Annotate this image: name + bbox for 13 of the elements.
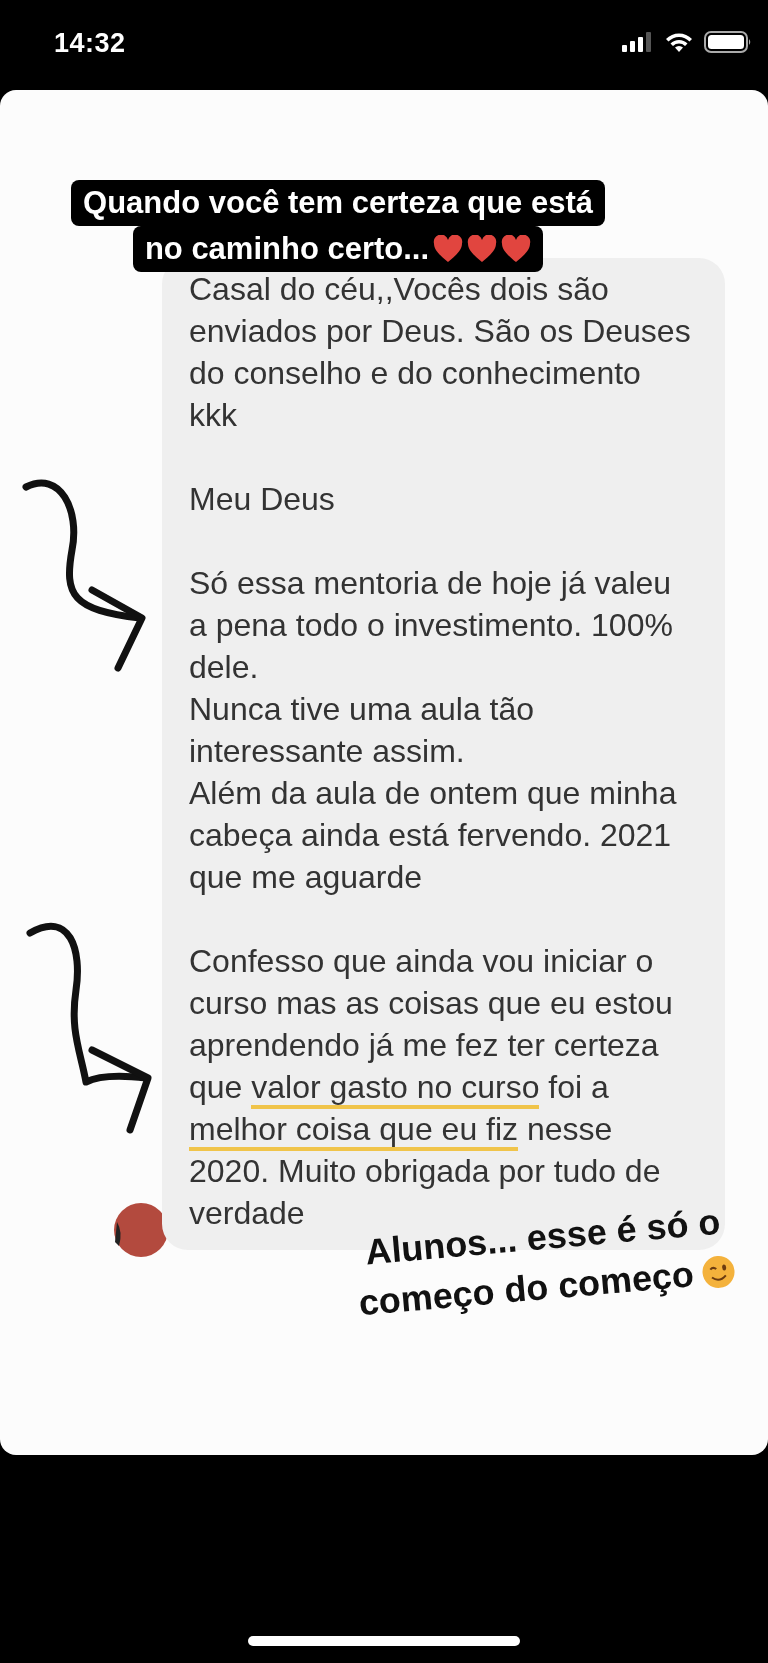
message-paragraph: Meu Deus (189, 480, 336, 519)
heart-icon (433, 235, 464, 263)
battery-icon (704, 31, 752, 53)
status-time: 14:32 (54, 27, 126, 59)
heart-icon (501, 235, 532, 263)
wifi-icon (664, 31, 694, 53)
heart-icon (467, 235, 498, 263)
message-paragraph: Casal do céu,,Vocês dois são enviados por Deus. São os Deuses do conselho e do conhecimento kkk (189, 270, 692, 435)
caption-text: Quando você tem certeza que está (83, 184, 593, 222)
caption-text: no caminho certo... (144, 230, 430, 268)
signal-icon (622, 32, 654, 52)
wink-emoji-icon (700, 1253, 737, 1291)
message-paragraph: Só essa mentoria de hoje já valeu a pena todo o investimento. 100% dele. Nunca tive uma aula tão interessante assim. Além da aula de ontem que minha cabeça ainda está fervendo. 2021 que me aguarde (189, 564, 678, 897)
